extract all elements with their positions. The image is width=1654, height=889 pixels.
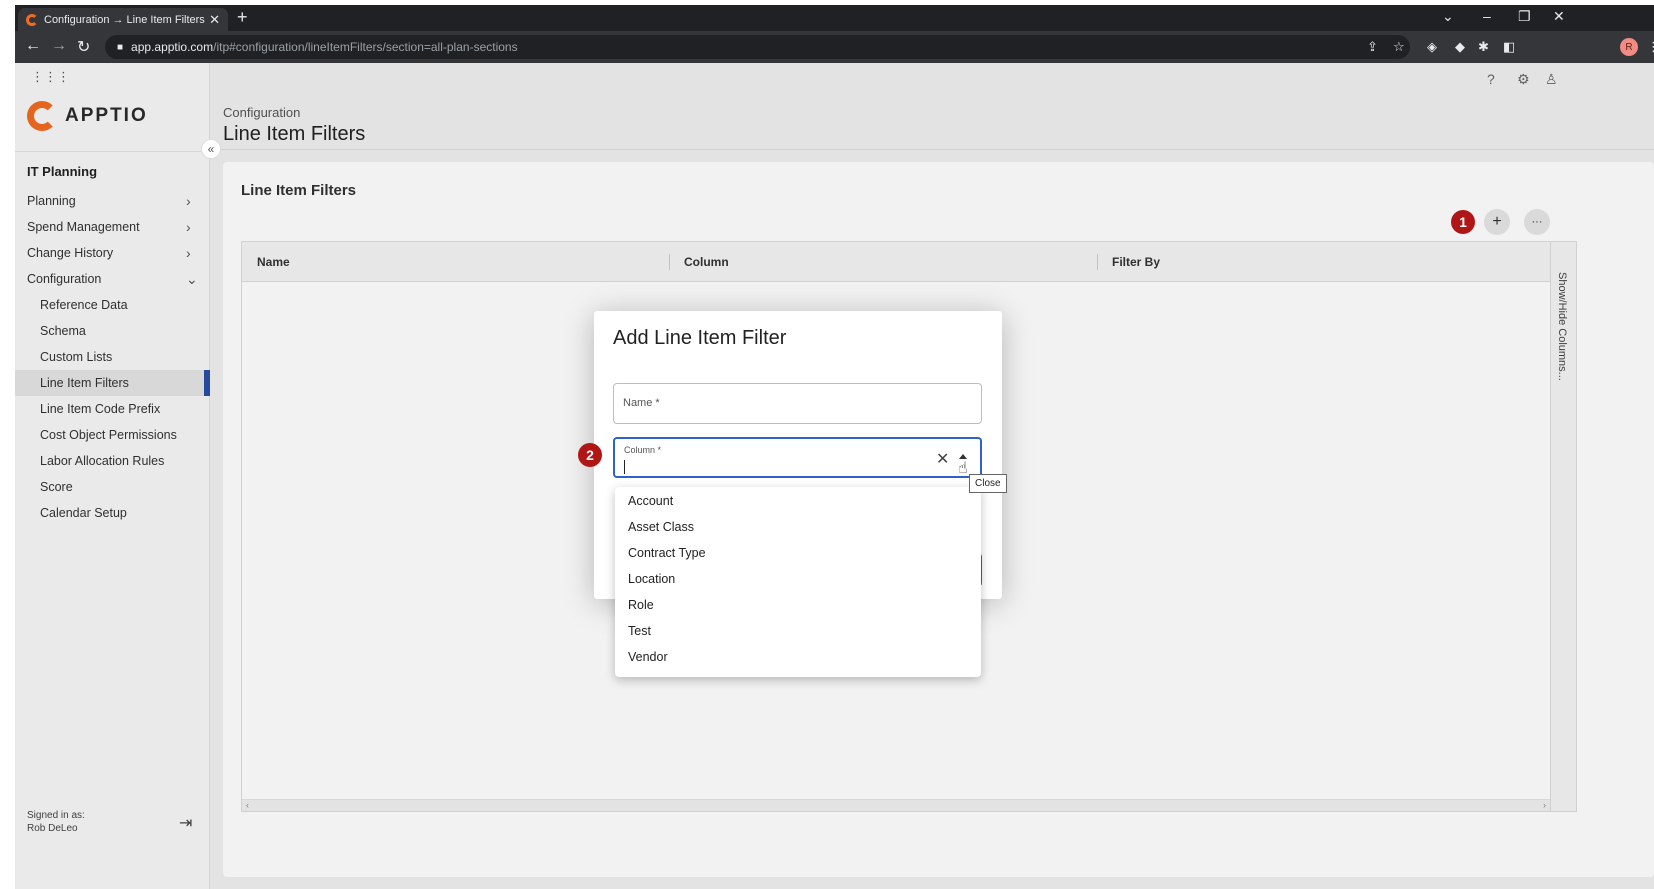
name-field[interactable]: Name * [613,383,982,424]
tab-title: Configuration → Line Item Filters [44,13,205,26]
clear-icon[interactable]: ✕ [936,449,949,469]
column-field-label: Column * [624,445,662,455]
screen: Configuration → Line Item Filters ✕ + ⌄ … [0,0,1654,889]
column-dropdown-list: Account Asset Class Contract Type Locati… [615,487,981,677]
step-badge-1: 1 [1451,210,1475,234]
reload-icon[interactable]: ↻ [77,37,90,57]
dropdown-option[interactable]: Contract Type [615,540,981,566]
tab-search-icon[interactable]: ⌄ [1442,8,1454,25]
back-arrow-icon[interactable]: ← [25,37,41,55]
dialog-title: Add Line Item Filter [613,327,787,349]
browser-menu-icon[interactable]: ⋮ [1647,39,1654,55]
extension-icon-2[interactable]: ◆ [1455,39,1465,55]
apptio-favicon-icon [26,13,38,26]
restore-icon[interactable]: ❐ [1518,8,1531,25]
bookmark-star-icon[interactable]: ☆ [1393,39,1405,55]
dropdown-option[interactable]: Asset Class [615,514,981,540]
lock-icon: ■ [117,41,124,53]
new-tab-button[interactable]: + [237,7,248,28]
forward-arrow-icon[interactable]: → [51,37,67,55]
dropdown-option[interactable]: Account [615,488,981,514]
dropdown-option[interactable]: Vendor [615,644,981,670]
browser-toolbar: ← → ↻ ■ app.apptio.com /itp#configuratio… [15,31,1654,63]
tab-close-icon[interactable]: ✕ [209,12,220,28]
hand-pointer-icon: ☝ [958,460,968,477]
name-field-label: Name * [623,397,660,409]
url-host: app.apptio.com [131,40,214,54]
extension-icon[interactable]: ◈ [1427,39,1437,55]
side-panel-icon[interactable]: ◧ [1503,39,1515,55]
dropdown-option[interactable]: Test [615,618,981,644]
dropdown-option[interactable]: Location [615,566,981,592]
text-caret [624,460,625,474]
minimize-icon[interactable]: – [1483,8,1491,24]
dropdown-option[interactable]: Role [615,592,981,618]
profile-avatar[interactable]: R [1620,38,1638,56]
window-close-icon[interactable]: ✕ [1553,8,1565,25]
close-tooltip: Close [969,474,1007,493]
browser-tab-strip: Configuration → Line Item Filters ✕ + ⌄ … [15,5,1654,31]
step-badge-2: 2 [578,443,602,467]
puzzle-extensions-icon[interactable]: ✱ [1478,39,1489,55]
share-icon[interactable]: ⇪ [1367,39,1378,55]
sidebar-collapse-button[interactable]: « [201,139,221,159]
column-select[interactable]: Column * ✕ [613,437,982,478]
address-bar[interactable]: ■ app.apptio.com /itp#configuration/line… [105,35,1410,59]
url-path: /itp#configuration/lineItemFilters/secti… [213,40,518,54]
browser-tab-active[interactable]: Configuration → Line Item Filters ✕ [18,8,228,31]
